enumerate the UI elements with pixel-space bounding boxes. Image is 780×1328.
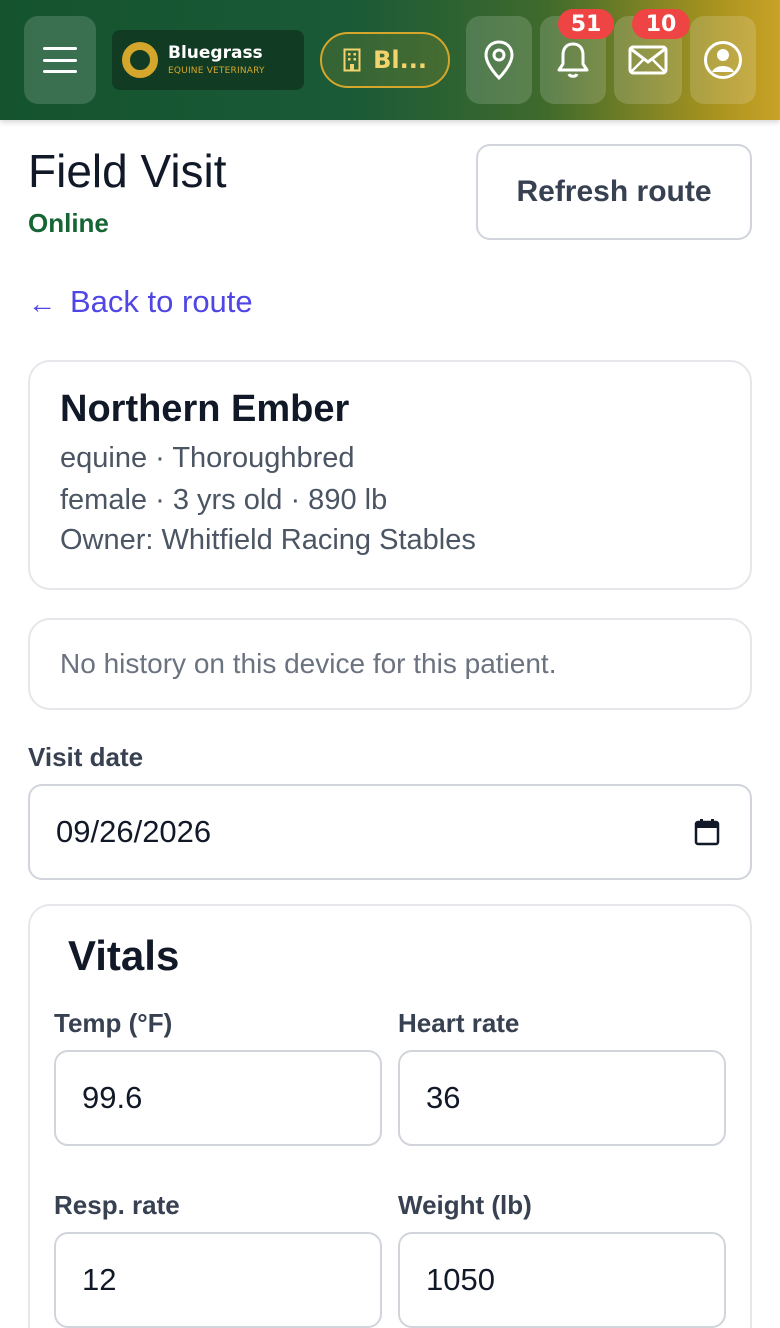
brand-logo[interactable]: Bluegrass EQUINE VETERINARY <box>112 30 304 90</box>
patient-owner: Owner: Whitfield Racing Stables <box>60 524 476 556</box>
patient-sex-age-weight: female · 3 yrs old · 890 lb <box>60 484 388 516</box>
location-button[interactable] <box>466 16 532 104</box>
account-button[interactable] <box>690 16 756 104</box>
resp-rate-input[interactable]: 12 <box>54 1232 382 1328</box>
clinic-label: Bl... <box>373 46 427 74</box>
heart-rate-label: Heart rate <box>398 1008 520 1038</box>
refresh-route-button[interactable]: Refresh route <box>476 144 752 240</box>
resp-rate-value: 12 <box>82 1262 117 1297</box>
brand-name: Bluegrass <box>168 43 263 63</box>
notifications-count-badge: 51 <box>558 9 614 39</box>
connection-status: Online <box>28 208 109 238</box>
weight-value: 1050 <box>426 1262 495 1297</box>
menu-button[interactable] <box>24 16 96 104</box>
weight-label: Weight (lb) <box>398 1190 532 1220</box>
temp-value: 99.6 <box>82 1080 143 1115</box>
history-message: No history on this device for this patie… <box>60 648 557 679</box>
temp-input[interactable]: 99.6 <box>54 1050 382 1146</box>
visit-date-input[interactable]: 09/26/2026 <box>28 784 752 880</box>
heart-rate-value: 36 <box>426 1080 461 1115</box>
clinic-selector[interactable]: Bl... <box>320 32 450 88</box>
back-to-route-link[interactable]: ← Back to route <box>28 284 253 320</box>
visit-date-value: 09/26/2026 <box>56 814 212 849</box>
visit-date-label: Visit date <box>28 742 144 772</box>
arrow-left-icon: ← <box>28 288 56 319</box>
messages-count-badge: 10 <box>632 9 690 39</box>
brand-subtitle: EQUINE VETERINARY <box>168 66 265 76</box>
bell-icon <box>557 42 589 78</box>
logo-ring-icon <box>122 42 158 78</box>
patient-species-breed: equine · Thoroughbred <box>60 442 355 474</box>
mail-icon <box>628 45 668 75</box>
vitals-title: Vitals <box>68 932 180 979</box>
menu-icon <box>43 47 77 73</box>
heart-rate-input[interactable]: 36 <box>398 1050 726 1146</box>
temp-label: Temp (°F) <box>54 1008 173 1038</box>
page-title: Field Visit <box>28 145 227 197</box>
map-pin-icon <box>484 40 514 80</box>
patient-card: Northern Ember equine · Thoroughbred fem… <box>28 360 752 590</box>
weight-input[interactable]: 1050 <box>398 1232 726 1328</box>
calendar-icon[interactable] <box>694 818 720 846</box>
patient-name: Northern Ember <box>60 388 350 430</box>
top-bar: Bluegrass EQUINE VETERINARY Bl... 51 10 <box>0 0 780 120</box>
user-circle-icon <box>704 41 742 79</box>
vitals-card: Vitals Temp (°F) 99.6 Heart rate 36 Resp… <box>28 904 752 1328</box>
history-card: No history on this device for this patie… <box>28 618 752 710</box>
building-icon <box>343 48 361 72</box>
resp-rate-label: Resp. rate <box>54 1190 180 1220</box>
back-link-label: Back to route <box>70 284 253 319</box>
